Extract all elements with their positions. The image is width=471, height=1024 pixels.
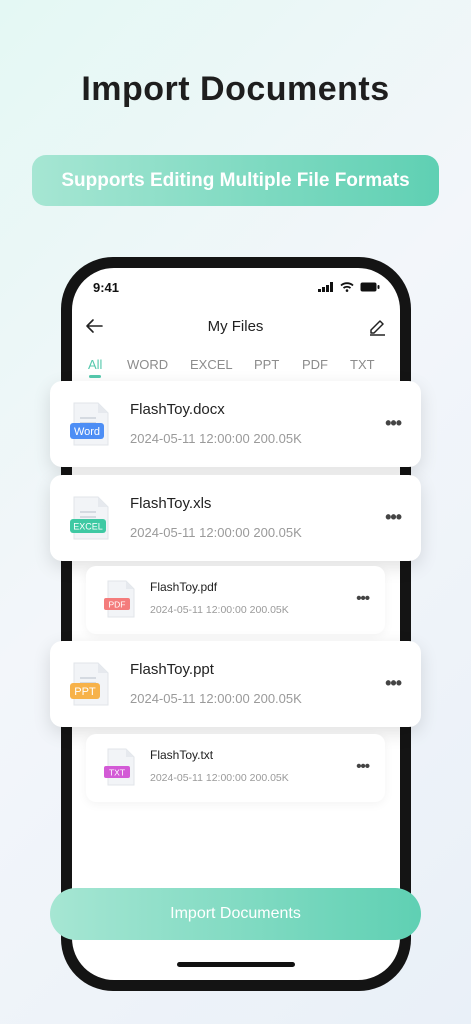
file-type-label: PDF — [109, 600, 126, 610]
wifi-icon — [340, 282, 354, 292]
ppt-file-icon: PPT — [70, 662, 109, 706]
file-card[interactable]: PPT FlashToy.ppt 2024-05-11 12:00:00 200… — [50, 641, 421, 727]
tab-all[interactable]: All — [88, 357, 102, 372]
word-file-icon: Word — [70, 402, 109, 446]
file-type-label: TXT — [109, 768, 125, 778]
file-meta: 2024-05-11 12:00:00 200.05K — [150, 604, 289, 616]
more-options-icon[interactable]: ••• — [356, 590, 370, 607]
file-type-label: PPT — [74, 686, 96, 698]
more-options-icon[interactable]: ••• — [356, 758, 370, 775]
status-time: 9:41 — [93, 280, 120, 295]
import-documents-label: Import Documents — [170, 905, 301, 922]
tab-pdf[interactable]: PDF — [302, 357, 328, 372]
edit-icon[interactable] — [367, 316, 387, 336]
file-name: FlashToy.ppt — [130, 661, 214, 678]
file-card[interactable]: EXCEL FlashToy.xls 2024-05-11 12:00:00 2… — [50, 475, 421, 561]
file-type-label: Word — [74, 426, 100, 438]
file-name: FlashToy.xls — [130, 495, 212, 512]
file-type-label: EXCEL — [73, 522, 103, 532]
tab-txt[interactable]: TXT — [350, 357, 375, 372]
more-options-icon[interactable]: ••• — [385, 413, 402, 434]
file-name: FlashToy.docx — [130, 401, 225, 418]
file-meta: 2024-05-11 12:00:00 200.05K — [130, 431, 302, 446]
file-card[interactable]: TXT FlashToy.txt 2024-05-11 12:00:00 200… — [86, 734, 385, 802]
more-options-icon[interactable]: ••• — [385, 673, 402, 694]
tab-word[interactable]: WORD — [127, 357, 168, 372]
active-tab-indicator — [89, 375, 101, 378]
txt-file-icon: TXT — [104, 748, 135, 786]
nav-title: My Files — [207, 318, 264, 335]
battery-icon — [360, 282, 380, 292]
file-card[interactable]: Word FlashToy.docx 2024-05-11 12:00:00 2… — [50, 381, 421, 467]
status-icons — [318, 282, 380, 292]
import-documents-button[interactable]: Import Documents — [50, 888, 421, 940]
feature-banner-text: Supports Editing Multiple File Formats — [61, 169, 410, 191]
pdf-file-icon: PDF — [104, 580, 135, 618]
file-meta: 2024-05-11 12:00:00 200.05K — [130, 525, 302, 540]
page-headline: Import Documents — [81, 70, 390, 108]
file-meta: 2024-05-11 12:00:00 200.05K — [150, 772, 289, 784]
file-name: FlashToy.pdf — [150, 580, 218, 594]
file-name: FlashToy.txt — [150, 748, 214, 762]
more-options-icon[interactable]: ••• — [385, 507, 402, 528]
file-card[interactable]: PDF FlashToy.pdf 2024-05-11 12:00:00 200… — [86, 566, 385, 634]
home-indicator — [177, 962, 295, 967]
tab-ppt[interactable]: PPT — [254, 357, 279, 372]
excel-file-icon: EXCEL — [70, 496, 109, 540]
file-meta: 2024-05-11 12:00:00 200.05K — [130, 691, 302, 706]
feature-banner: Supports Editing Multiple File Formats — [32, 155, 439, 206]
tab-excel[interactable]: EXCEL — [190, 357, 233, 372]
signal-icon — [318, 282, 333, 292]
